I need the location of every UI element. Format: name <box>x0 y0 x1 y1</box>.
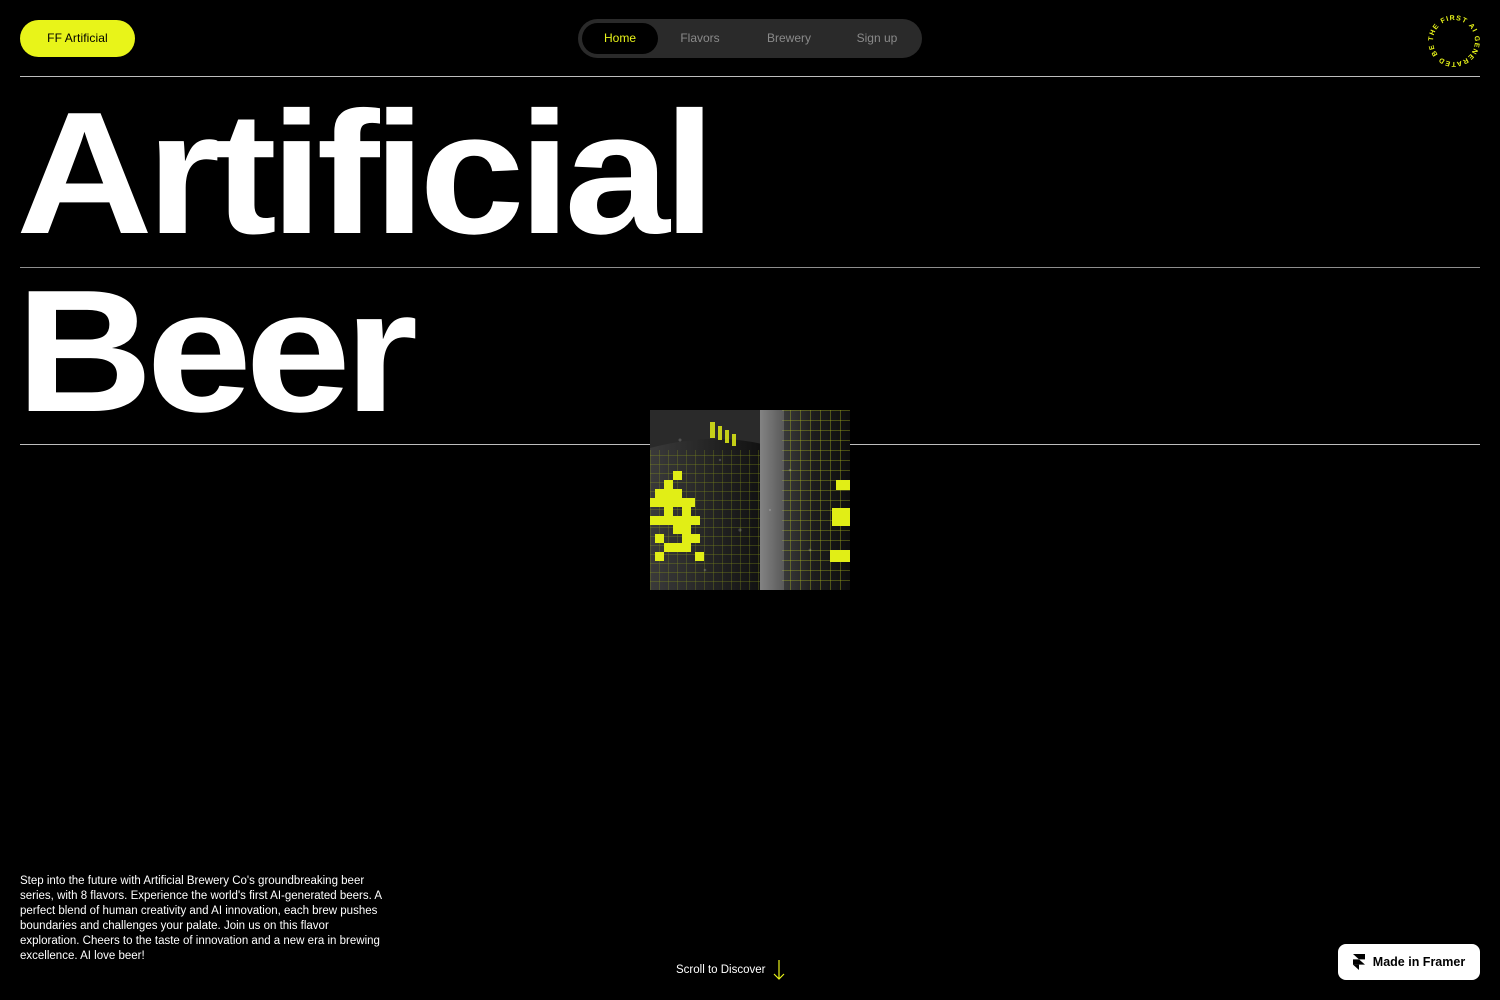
nav-item-brewery[interactable]: Brewery <box>742 23 836 54</box>
nav-item-home[interactable]: Home <box>582 23 658 54</box>
svg-text:THE FIRST AI GENERATED BEER •: THE FIRST AI GENERATED BEER • <box>1424 11 1480 67</box>
intro-paragraph: Step into the future with Artificial Bre… <box>20 875 382 962</box>
circular-text-badge: THE FIRST AI GENERATED BEER • <box>1424 11 1484 71</box>
arrow-down-icon <box>774 960 785 980</box>
brand-button[interactable]: FF Artificial <box>20 20 135 57</box>
scroll-label: Scroll to Discover <box>676 964 766 976</box>
nav-item-flavors[interactable]: Flavors <box>658 23 742 54</box>
made-in-framer-button[interactable]: Made in Framer <box>1338 944 1480 980</box>
hero-title-line-2: Beer <box>16 253 418 448</box>
scroll-to-discover-link[interactable]: Scroll to Discover <box>676 958 785 982</box>
nav-item-sign-up[interactable]: Sign up <box>836 23 918 54</box>
badge-text: THE FIRST AI GENERATED BEER • <box>1424 11 1479 67</box>
made-in-framer-label: Made in Framer <box>1372 955 1466 969</box>
framer-logo-icon <box>1352 954 1365 970</box>
page: FF Artificial Home Flavors Brewery Sign … <box>0 0 1500 1000</box>
beer-can-image <box>650 410 850 590</box>
hero-title-line-1: Artificial <box>16 75 716 270</box>
main-nav: Home Flavors Brewery Sign up <box>578 19 922 58</box>
